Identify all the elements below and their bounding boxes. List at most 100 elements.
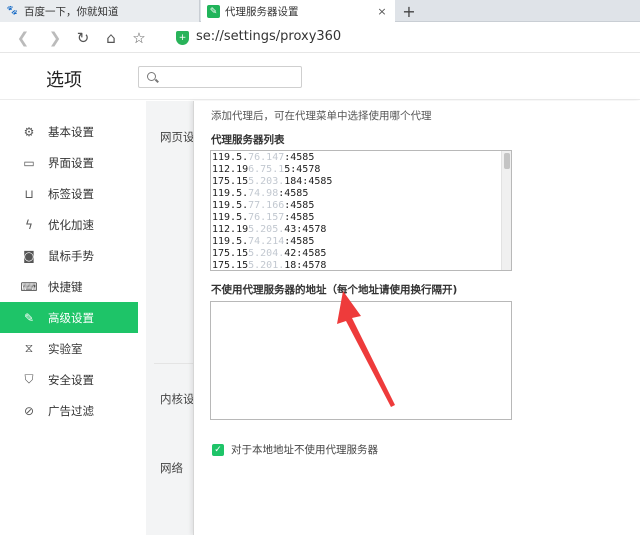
proxy-hint-text: 添加代理后，可在代理菜单中选择使用哪个代理	[211, 110, 432, 122]
tab-title: 代理服务器设置	[225, 6, 299, 18]
sidebar-item-label: 标签设置	[48, 186, 94, 201]
tab-icon: ⊔	[24, 186, 34, 201]
star-icon[interactable]: ☆	[128, 27, 150, 49]
proxy-list-item: 119.5.74.214:4585	[211, 236, 501, 248]
sidebar-item-optimize[interactable]: ϟ 优化加速	[0, 209, 138, 240]
proxy-address-part: 175.15	[212, 248, 249, 259]
proxy-list-item: 112.196.75.15:4578	[211, 164, 501, 176]
sidebar-item-label: 广告过滤	[48, 403, 94, 418]
back-icon[interactable]: ❮	[12, 27, 34, 49]
sidebar-item-interface[interactable]: ▭ 界面设置	[0, 147, 138, 178]
section-label-network: 网络	[160, 461, 183, 475]
tab-baidu[interactable]: 🐾 百度一下，你就知道	[0, 0, 200, 22]
sidebar-item-label: 实验室	[48, 341, 83, 356]
forward-icon[interactable]: ❯	[44, 27, 66, 49]
proxy-list-item: 119.5.76.147:4585	[211, 152, 501, 164]
section-label-kernel: 内核设	[160, 392, 195, 406]
wrench-icon: ✎	[23, 310, 35, 325]
scrollbar-thumb[interactable]	[504, 153, 510, 169]
settings-sidebar: ⚙ 基本设置 ▭ 界面设置 ⊔ 标签设置 ϟ 优化加速 ◙ 鼠标手势 ⌨ 快捷键…	[0, 101, 138, 535]
page-title: 选项	[46, 70, 82, 91]
proxy-list-item: 175.155.203.184:4585	[211, 176, 501, 188]
settings-header: 选项	[0, 54, 640, 100]
home-icon[interactable]: ⌂	[100, 27, 122, 49]
mouse-icon: ◙	[23, 248, 35, 263]
shield-icon: ⛉	[24, 372, 34, 386]
proxy-list-item: 112.195.205.43:4578	[211, 224, 501, 236]
proxy-list-scrollbar[interactable]	[501, 151, 511, 270]
sidebar-item-tabs[interactable]: ⊔ 标签设置	[0, 178, 138, 209]
proxy-address-part: 77.166	[248, 200, 285, 211]
section-label-web: 网页设	[160, 130, 195, 144]
proxy-address-part: 76.157	[248, 212, 285, 223]
proxy-address-part: 43:4578	[284, 224, 327, 235]
proxy-address-part: 119.5.	[212, 188, 249, 199]
reload-icon[interactable]: ↻	[72, 27, 94, 49]
sidebar-item-label: 界面设置	[48, 155, 94, 170]
proxy-address-part: 119.5.	[212, 200, 249, 211]
proxy-address-part: 119.5.	[212, 152, 249, 163]
checkbox-checked-icon[interactable]: ✓	[212, 443, 224, 456]
sidebar-item-advanced[interactable]: ✎ 高级设置	[0, 302, 138, 333]
proxy-address-part: :4585	[284, 212, 315, 223]
proxy-settings-panel: 添加代理后，可在代理菜单中选择使用哪个代理 代理服务器列表 119.5.76.1…	[193, 101, 640, 535]
sidebar-item-lab[interactable]: ⧖ 实验室	[0, 333, 138, 364]
sidebar-item-security[interactable]: ⛉ 安全设置	[0, 364, 138, 395]
proxy-address-part: :4585	[278, 188, 309, 199]
proxy-list-item: 119.5.76.157:4585	[211, 212, 501, 224]
proxy-server-list[interactable]: 119.5.76.147:4585 112.196.75.15:4578 175.1…	[210, 150, 512, 271]
search-input[interactable]	[161, 69, 297, 85]
proxy-list-item: 119.5.77.166:4585	[211, 200, 501, 212]
proxy-address-part: 112.19	[212, 224, 249, 235]
proxy-address-part: 175.15	[212, 260, 249, 271]
window-icon: ▭	[23, 155, 35, 170]
proxy-address-part: 184:4585	[284, 176, 333, 187]
bypass-list-label: 不使用代理服务器的地址（每个地址请使用换行隔开)	[211, 284, 458, 296]
sidebar-item-label: 鼠标手势	[48, 248, 94, 263]
proxy-address-part: 5:4578	[284, 164, 321, 175]
sidebar-item-shortcuts[interactable]: ⌨ 快捷键	[0, 271, 138, 302]
flask-icon: ⧖	[24, 341, 34, 355]
settings-search[interactable]	[138, 66, 302, 88]
divider	[154, 363, 194, 364]
sidebar-item-ad-filter[interactable]: ⊘ 广告过滤	[0, 395, 138, 426]
sidebar-item-mouse-gestures[interactable]: ◙ 鼠标手势	[0, 240, 138, 271]
lightning-icon: ϟ	[25, 217, 33, 232]
proxy-list-item: 119.5.74.98:4585	[211, 188, 501, 200]
proxy-address-part: 18:4578	[284, 260, 327, 271]
proxy-address-part: 5.203.	[248, 176, 285, 187]
tab-title: 百度一下，你就知道	[24, 5, 119, 18]
search-icon	[147, 72, 156, 81]
keyboard-icon: ⌨	[20, 279, 38, 294]
proxy-list-label: 代理服务器列表	[211, 134, 285, 146]
proxy-address-part: 42:4585	[284, 248, 327, 259]
proxy-address-part: 119.5.	[212, 236, 249, 247]
sidebar-item-label: 优化加速	[48, 217, 94, 232]
url-text[interactable]: se://settings/proxy360	[196, 29, 341, 44]
proxy-address-part: 5.201.	[248, 260, 285, 271]
proxy-address-part: 74.98	[248, 188, 279, 199]
proxy-address-part: 76.147	[248, 152, 285, 163]
sidebar-item-label: 安全设置	[48, 372, 94, 387]
secure-shield-icon[interactable]: +	[176, 31, 189, 45]
sidebar-item-basic[interactable]: ⚙ 基本设置	[0, 116, 138, 147]
sidebar-item-label: 高级设置	[48, 310, 94, 325]
sidebar-item-label: 快捷键	[48, 279, 83, 294]
gear-icon: ⚙	[23, 124, 35, 139]
new-tab-button[interactable]: +	[398, 0, 420, 22]
proxy-list-item: 175.155.201.18:4578	[211, 260, 501, 271]
close-icon[interactable]: ×	[375, 5, 389, 18]
proxy-address-part: 119.5.	[212, 212, 249, 223]
local-bypass-label: 对于本地地址不使用代理服务器	[231, 444, 378, 456]
tab-proxy-settings[interactable]: ✎ 代理服务器设置 ×	[201, 0, 395, 23]
bypass-address-textarea[interactable]	[210, 301, 512, 420]
sidebar-item-label: 基本设置	[48, 124, 94, 139]
local-bypass-option[interactable]: ✓ 对于本地地址不使用代理服务器	[212, 442, 378, 457]
proxy-list-item: 175.155.204.42:4585	[211, 248, 501, 260]
wrench-icon: ✎	[207, 5, 220, 18]
proxy-address-part: :4585	[284, 152, 315, 163]
tab-strip: 🐾 百度一下，你就知道 ✎ 代理服务器设置 × +	[0, 0, 640, 23]
baidu-paw-icon: 🐾	[6, 6, 19, 16]
block-icon: ⊘	[23, 403, 35, 418]
address-bar: ❮ ❯ ↻ ⌂ ☆ + se://settings/proxy360	[0, 23, 640, 53]
